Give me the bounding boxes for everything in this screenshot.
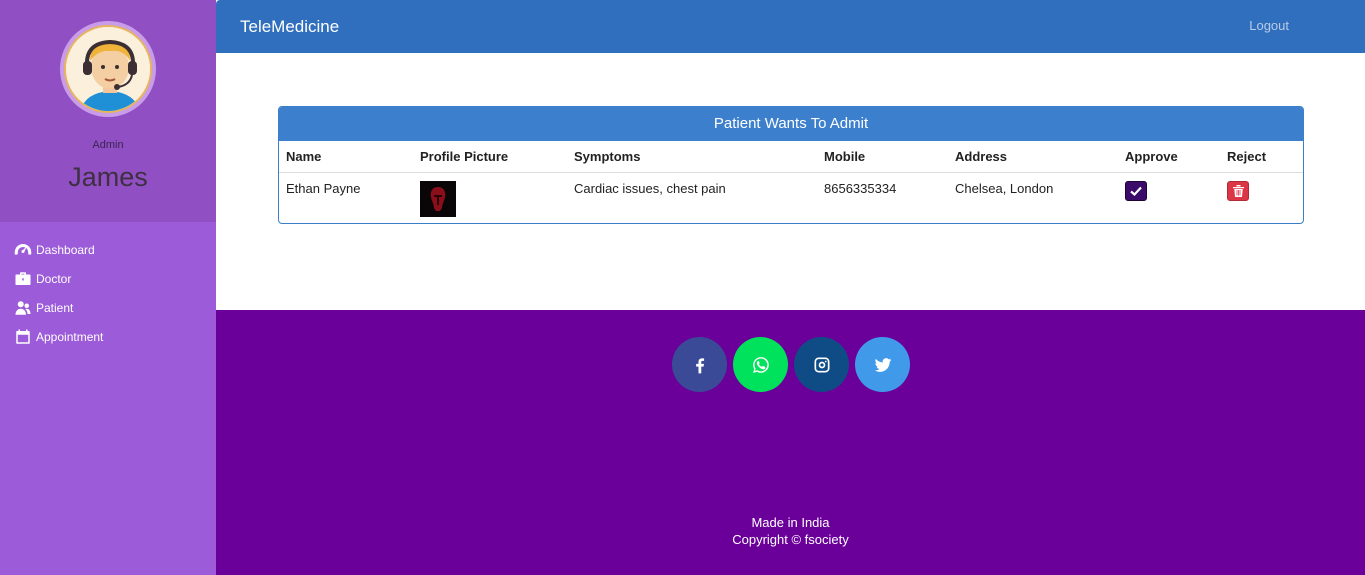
sidebar-item-label: Appointment	[36, 329, 104, 344]
trash-icon	[1232, 184, 1244, 197]
footer: Made in India Copyright © fsociety	[216, 310, 1365, 575]
admit-requests-table: Name Profile Picture Symptoms Mobile Add…	[279, 141, 1303, 223]
panel-title: Patient Wants To Admit	[279, 107, 1303, 141]
patient-name: Ethan Payne	[286, 180, 361, 196]
column-header-address: Address	[948, 141, 1118, 173]
table-row: Ethan Payne Cardiac issues, chest pain 8…	[279, 172, 1303, 223]
profile-picture	[420, 180, 456, 217]
reject-button[interactable]	[1227, 180, 1249, 201]
patient-address: Chelsea, London	[955, 180, 1054, 196]
column-header-name: Name	[279, 141, 413, 173]
column-header-mobile: Mobile	[817, 141, 948, 173]
footer-credits: Made in India Copyright © fsociety	[216, 514, 1365, 548]
sidebar-item-appointment[interactable]: Appointment	[0, 322, 216, 351]
approve-button[interactable]	[1125, 180, 1147, 201]
whatsapp-button[interactable]	[733, 337, 788, 392]
checkmark-icon	[1130, 186, 1142, 196]
table-header-row: Name Profile Picture Symptoms Mobile Add…	[279, 141, 1303, 173]
column-header-approve: Approve	[1118, 141, 1220, 173]
column-header-symptoms: Symptoms	[567, 141, 817, 173]
sidebar-item-dashboard[interactable]: Dashboard	[0, 235, 216, 264]
column-header-profile-picture: Profile Picture	[413, 141, 567, 173]
sidebar-item-label: Doctor	[36, 271, 72, 286]
users-icon	[15, 300, 31, 315]
twitter-icon	[874, 357, 891, 372]
admit-requests-panel: Patient Wants To Admit Name Profile Pict…	[278, 106, 1304, 224]
profile-section: Admin James	[0, 0, 216, 222]
made-in-text: Made in India	[751, 515, 830, 530]
instagram-button[interactable]	[794, 337, 849, 392]
brand-title[interactable]: TeleMedicine	[240, 17, 339, 37]
whatsapp-icon	[752, 356, 769, 373]
sidebar: Admin James Dashboard Doctor Patient App…	[0, 0, 216, 575]
sidebar-item-label: Patient	[36, 300, 74, 315]
avatar	[60, 21, 156, 117]
top-navbar: TeleMedicine Logout	[216, 0, 1365, 53]
admin-avatar-icon	[66, 27, 150, 111]
instagram-icon	[814, 357, 829, 372]
sidebar-item-doctor[interactable]: Doctor	[0, 264, 216, 293]
twitter-button[interactable]	[855, 337, 910, 392]
calendar-icon	[16, 329, 30, 344]
sidebar-nav: Dashboard Doctor Patient Appointment	[0, 222, 216, 351]
sidebar-item-patient[interactable]: Patient	[0, 293, 216, 322]
patient-mobile: 8656335334	[824, 180, 897, 196]
facebook-button[interactable]	[672, 337, 727, 392]
column-header-reject: Reject	[1220, 141, 1303, 173]
user-role: Admin	[92, 139, 124, 151]
copyright-text: Copyright © fsociety	[732, 532, 849, 547]
dashboard-icon	[14, 243, 32, 254]
logout-link[interactable]: Logout	[1249, 18, 1289, 33]
username: James	[68, 162, 148, 192]
briefcase-icon	[15, 271, 31, 285]
facebook-icon	[695, 357, 704, 373]
social-links	[672, 337, 910, 392]
patient-symptoms: Cardiac issues, chest pain	[574, 180, 726, 196]
sidebar-item-label: Dashboard	[36, 242, 95, 257]
profile-picture-icon	[430, 186, 446, 211]
